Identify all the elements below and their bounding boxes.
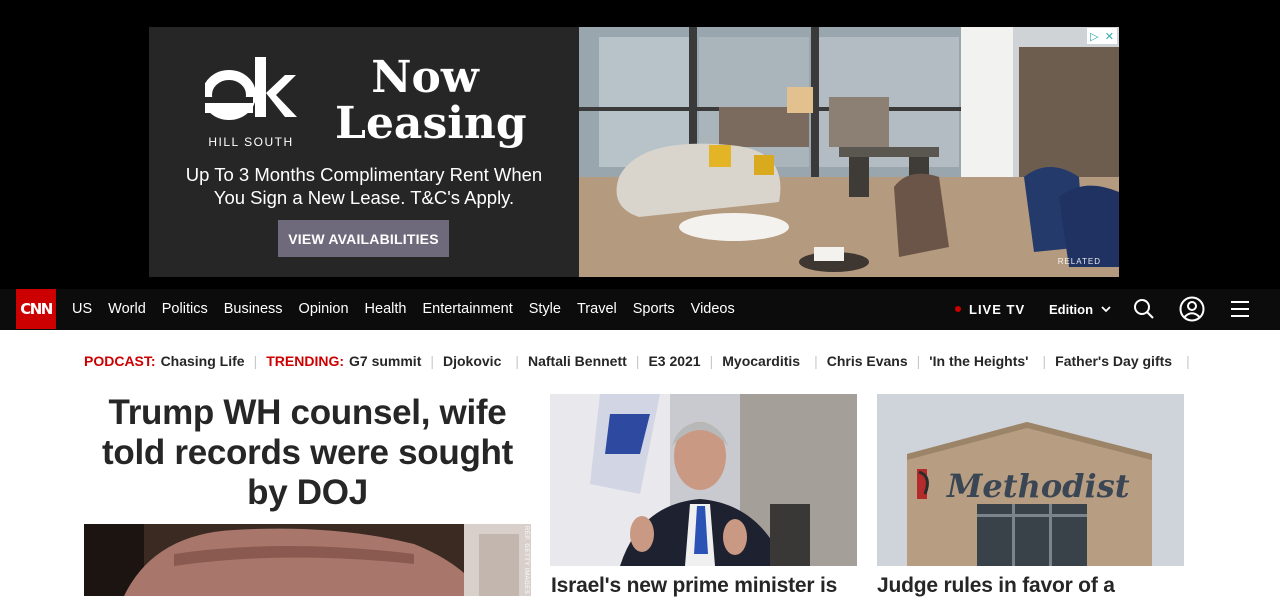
nav-links: US World Politics Business Opinion Healt…	[72, 289, 751, 329]
ad-choices[interactable]: ▷ ✕	[1087, 28, 1117, 44]
nav-link-health[interactable]: Health	[365, 301, 407, 317]
trending-item[interactable]: Father's Day gifts	[1055, 353, 1172, 369]
ok-brand-logo	[205, 57, 297, 120]
ad-headline-line-1: Now	[371, 52, 479, 103]
ad-headline: Now Leasing	[335, 52, 527, 149]
divider: |	[814, 353, 818, 369]
main-nav: CNN US World Politics Business Opinion H…	[0, 289, 1280, 330]
edition-label: Edition	[1049, 301, 1094, 317]
card-image-israel[interactable]	[550, 394, 857, 566]
nav-link-style[interactable]: Style	[529, 301, 561, 317]
trending-item[interactable]: Chris Evans	[827, 353, 908, 369]
podcast-link[interactable]: Chasing Life	[161, 353, 245, 369]
trending-item[interactable]: G7 summit	[349, 353, 421, 369]
divider: |	[1042, 353, 1047, 369]
lead-photo-image	[84, 524, 531, 596]
nav-link-us[interactable]: US	[72, 301, 92, 317]
ad-brand-line: HILL SOUTH	[208, 135, 294, 149]
trending-item[interactable]: 'In the Heights'	[929, 353, 1028, 369]
nav-link-world[interactable]: World	[108, 301, 146, 317]
nav-link-business[interactable]: Business	[224, 301, 283, 317]
close-icon[interactable]: ✕	[1105, 30, 1114, 43]
divider: |	[515, 353, 519, 369]
view-availabilities-button[interactable]: VIEW AVAILABILITIES	[278, 220, 449, 257]
live-tv-label: LIVE TV	[969, 301, 1026, 317]
trending-item[interactable]: E3 2021	[648, 353, 700, 369]
divider: |	[709, 353, 714, 369]
divider: |	[253, 353, 258, 369]
ad-banner-area: HILL SOUTH Now Leasing Up To 3 Months Co…	[0, 0, 1280, 289]
ad-apartment-photo[interactable]: RELATED	[579, 27, 1119, 277]
trending-bar: PODCAST: Chasing Life | TRENDING: G7 sum…	[84, 352, 1190, 370]
nav-link-politics[interactable]: Politics	[162, 301, 208, 317]
nav-link-opinion[interactable]: Opinion	[299, 301, 349, 317]
ad-headline-line-2: Leasing	[335, 98, 527, 149]
menu-icon[interactable]	[1229, 297, 1253, 321]
podcast-label: PODCAST:	[84, 353, 156, 369]
methodist-hospital-photo: Methodist	[877, 394, 1184, 566]
divider: |	[916, 353, 921, 369]
trending-item[interactable]: Djokovic	[443, 353, 501, 369]
card-headline-methodist[interactable]: Judge rules in favor of a	[877, 574, 1115, 598]
trending-item[interactable]: Myocarditis	[722, 353, 800, 369]
live-dot-icon	[955, 306, 961, 312]
user-icon[interactable]	[1179, 296, 1205, 322]
photo-credit: REP. GETTY IMAGES	[523, 526, 529, 595]
cnn-logo[interactable]: CNN	[16, 289, 56, 329]
related-watermark: RELATED	[1057, 257, 1101, 266]
divider: |	[1186, 353, 1190, 369]
apartment-interior-image	[579, 27, 1119, 277]
divider: |	[635, 353, 640, 369]
card-headline-israel[interactable]: Israel's new prime minister is	[551, 574, 837, 598]
adchoices-icon[interactable]: ▷	[1090, 30, 1098, 43]
card-image-methodist[interactable]: Methodist	[877, 394, 1184, 566]
chevron-down-icon	[1101, 305, 1111, 312]
trending-label: TRENDING:	[266, 353, 344, 369]
nav-link-entertainment[interactable]: Entertainment	[422, 301, 512, 317]
divider: |	[430, 353, 434, 369]
netanyahu-photo	[550, 394, 857, 566]
methodist-sign-graphic: Methodist	[946, 467, 1130, 505]
ad-text-panel: HILL SOUTH Now Leasing Up To 3 Months Co…	[149, 27, 579, 277]
nav-link-travel[interactable]: Travel	[577, 301, 617, 317]
ad-offer-text: Up To 3 Months Complimentary Rent When Y…	[185, 164, 543, 208]
live-tv-link[interactable]: LIVE TV	[955, 289, 1025, 329]
search-icon[interactable]	[1132, 297, 1156, 321]
edition-dropdown[interactable]: Edition	[1049, 289, 1111, 329]
trending-item[interactable]: Naftali Bennett	[528, 353, 627, 369]
nav-link-sports[interactable]: Sports	[633, 301, 675, 317]
lead-headline[interactable]: Trump WH counsel, wife told records were…	[84, 393, 531, 513]
nav-link-videos[interactable]: Videos	[691, 301, 735, 317]
lead-photo[interactable]: REP. GETTY IMAGES	[84, 524, 531, 596]
advertisement[interactable]: HILL SOUTH Now Leasing Up To 3 Months Co…	[149, 27, 1119, 277]
